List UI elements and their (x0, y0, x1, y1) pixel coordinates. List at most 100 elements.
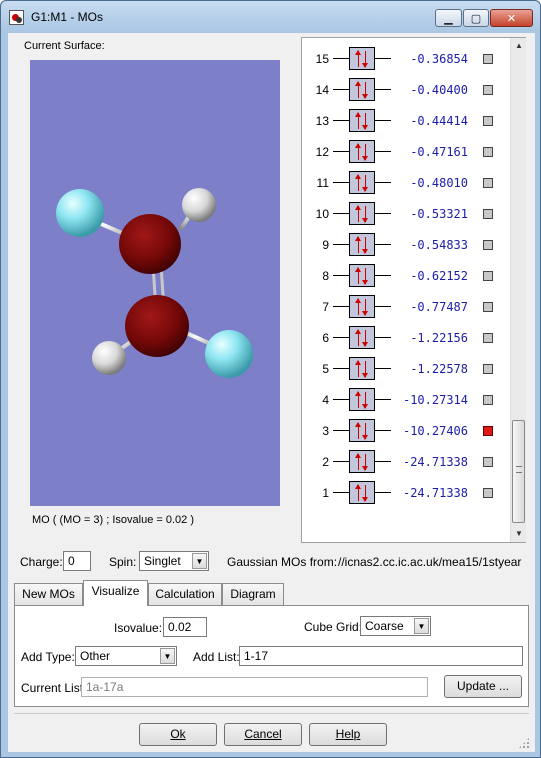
molecule-render (56, 188, 253, 378)
isovalue-field[interactable]: 0.02 (163, 617, 207, 637)
mo-select-checkbox[interactable] (483, 85, 493, 95)
maximize-icon: ▢ (470, 12, 482, 25)
close-icon: ✕ (506, 12, 517, 25)
mo-row[interactable]: 3 -10.27406 (302, 419, 507, 443)
minimize-button[interactable]: ▁ (435, 9, 462, 27)
mo-row[interactable]: 1 -24.71338 (302, 481, 507, 505)
level-line (333, 337, 349, 338)
close-button[interactable]: ✕ (490, 9, 533, 27)
update-button[interactable]: Update ... (444, 675, 522, 698)
fluorine-atom (205, 330, 253, 378)
scroll-up-icon[interactable]: ▲ (511, 38, 527, 54)
help-button-label: Help (335, 727, 361, 741)
mo-energy: -0.40400 (410, 83, 468, 97)
charge-label: Charge: (20, 555, 63, 569)
level-line (375, 399, 391, 400)
mo-select-checkbox[interactable] (483, 147, 493, 157)
resize-grip-icon[interactable] (518, 737, 530, 749)
mo-row[interactable]: 5 -1.22578 (302, 357, 507, 381)
level-line (375, 430, 391, 431)
level-line (333, 151, 349, 152)
ok-button[interactable]: Ok (139, 723, 217, 746)
tab-diagram[interactable]: Diagram (222, 583, 284, 605)
spin-select-value: Singlet (144, 554, 181, 568)
mo-row[interactable]: 6 -1.22156 (302, 326, 507, 350)
mo-select-checkbox[interactable] (483, 271, 493, 281)
level-line (333, 275, 349, 276)
molecule-viewport[interactable] (30, 60, 280, 506)
tab-calculation[interactable]: Calculation (148, 583, 222, 605)
mo-row[interactable]: 10 -0.53321 (302, 202, 507, 226)
mo-select-checkbox[interactable] (483, 178, 493, 188)
mo-number: 10 (315, 207, 329, 221)
cube-grid-select[interactable]: Coarse ▼ (360, 616, 431, 636)
electron-pair-icon (349, 171, 375, 194)
mo-select-checkbox[interactable] (483, 116, 493, 126)
level-line (333, 306, 349, 307)
current-surface-label: Current Surface: (24, 40, 105, 52)
spin-down-arrow-icon (362, 206, 368, 223)
mo-row[interactable]: 14 -0.40400 (302, 78, 507, 102)
ok-button-label: Ok (170, 727, 186, 741)
mo-select-checkbox[interactable] (483, 333, 493, 343)
tab-visualize[interactable]: Visualize (83, 580, 148, 606)
mo-select-checkbox[interactable] (483, 54, 493, 64)
spin-up-arrow-icon (355, 484, 361, 501)
cube-grid-label: Cube Grid: (304, 620, 363, 634)
mo-select-checkbox[interactable] (483, 426, 493, 436)
mo-select-checkbox[interactable] (483, 364, 493, 374)
divider (14, 713, 529, 714)
mo-select-checkbox[interactable] (483, 209, 493, 219)
mo-select-checkbox[interactable] (483, 240, 493, 250)
mo-energy: -0.53321 (410, 207, 468, 221)
mo-row[interactable]: 2 -24.71338 (302, 450, 507, 474)
mo-row[interactable]: 7 -0.77487 (302, 295, 507, 319)
spin-down-arrow-icon (362, 175, 368, 192)
mo-lobe-upper (119, 214, 181, 274)
dialog-client: Current Surface: MO ((MO = 3) ; Isovalu… (8, 33, 535, 752)
title-bar[interactable]: G1:M1 - MOs ▁ ▢ ✕ (1, 1, 540, 33)
level-line (333, 368, 349, 369)
mo-row[interactable]: 12 -0.47161 (302, 140, 507, 164)
spin-up-arrow-icon (355, 298, 361, 315)
mo-energy: -0.44414 (410, 114, 468, 128)
add-list-label: Add List: (193, 650, 240, 664)
spin-down-arrow-icon (362, 485, 368, 502)
add-type-select[interactable]: Other ▼ (75, 646, 177, 666)
scroll-thumb[interactable] (512, 420, 525, 523)
mo-number: 6 (322, 331, 329, 345)
level-line (333, 58, 349, 59)
add-list-field[interactable]: 1-17 (239, 646, 523, 666)
cancel-button[interactable]: Cancel (224, 723, 302, 746)
mo-energy: -0.54833 (410, 238, 468, 252)
level-line (333, 492, 349, 493)
maximize-button[interactable]: ▢ (463, 9, 489, 27)
mo-list-scrollbar[interactable]: ▲ ▼ (510, 38, 526, 542)
spin-select[interactable]: Singlet ▼ (139, 551, 209, 571)
mo-select-checkbox[interactable] (483, 488, 493, 498)
mo-row[interactable]: 9 -0.54833 (302, 233, 507, 257)
window-title: G1:M1 - MOs (31, 10, 104, 24)
spin-up-arrow-icon (355, 205, 361, 222)
spin-down-arrow-icon (362, 268, 368, 285)
level-line (375, 461, 391, 462)
mo-select-checkbox[interactable] (483, 302, 493, 312)
scroll-down-icon[interactable]: ▼ (511, 526, 527, 542)
mo-select-checkbox[interactable] (483, 457, 493, 467)
mo-caption: MO ( (MO = 3) ; Isovalue = 0.02 ) (32, 514, 194, 526)
mo-select-checkbox[interactable] (483, 395, 493, 405)
help-button[interactable]: Help (309, 723, 387, 746)
mo-number: 4 (322, 393, 329, 407)
mo-energy-diagram[interactable]: 15 -0.36854 14 -0.40400 13 -0.44414 12 -0.47161… (301, 37, 526, 543)
tab-new-mos[interactable]: New MOs (14, 583, 83, 605)
add-type-value: Other (80, 649, 111, 663)
mo-row[interactable]: 13 -0.44414 (302, 109, 507, 133)
mo-row[interactable]: 4 -10.27314 (302, 388, 507, 412)
level-line (375, 182, 391, 183)
mo-row[interactable]: 8 -0.62152 (302, 264, 507, 288)
mo-row[interactable]: 15 -0.36854 (302, 47, 507, 71)
mo-number: 15 (315, 52, 329, 66)
charge-field[interactable]: 0 (63, 551, 91, 571)
mo-row[interactable]: 11 -0.48010 (302, 171, 507, 195)
spin-down-arrow-icon (362, 82, 368, 99)
